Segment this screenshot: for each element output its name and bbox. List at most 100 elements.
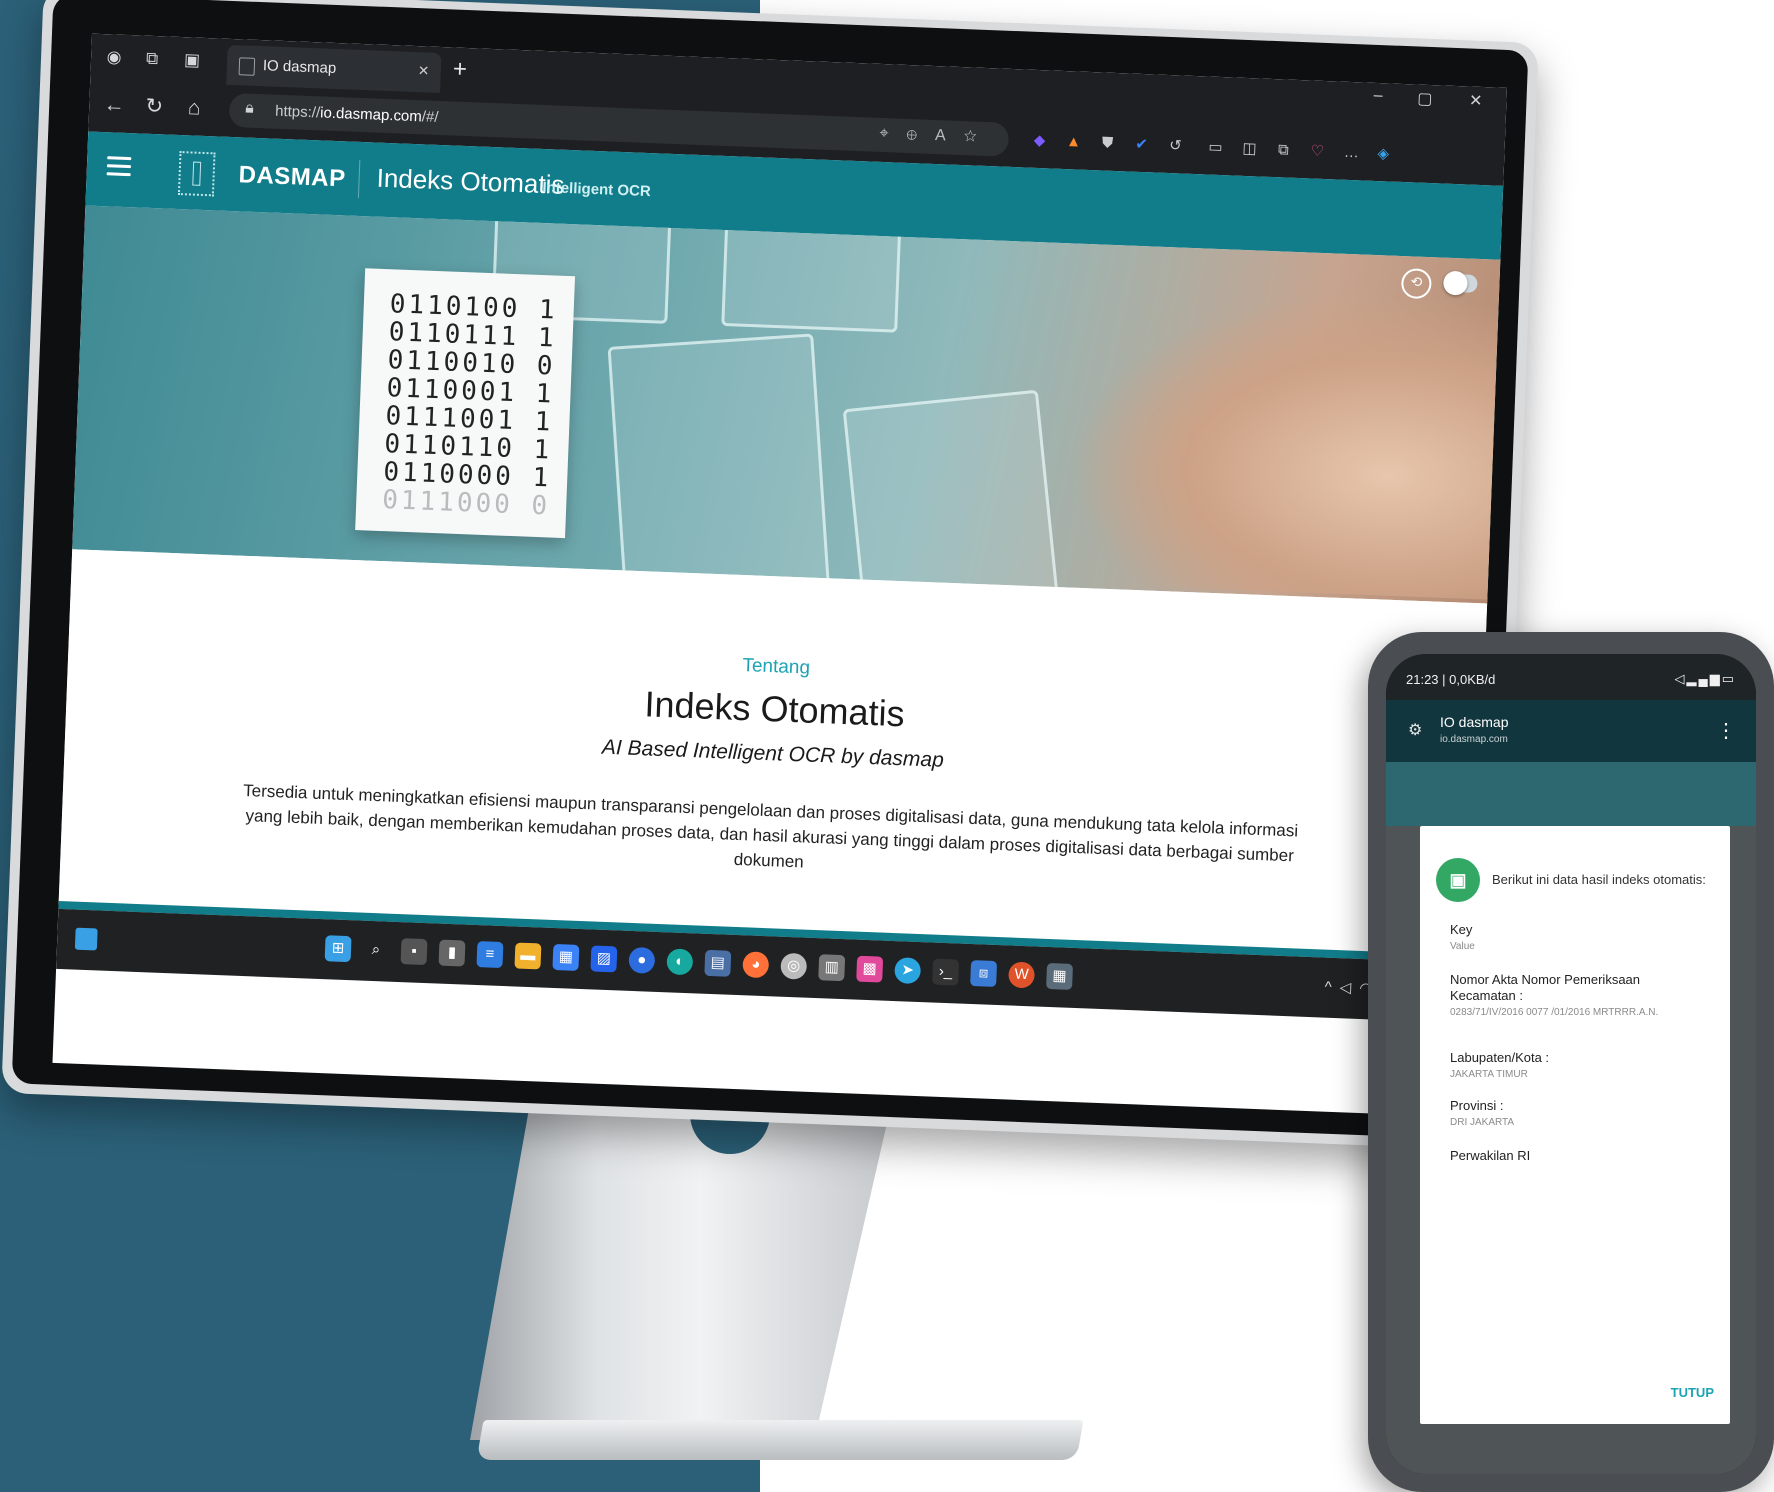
new-tab-button[interactable]: + — [452, 55, 467, 84]
hero-banner: 0110100 1 0110111 1 0110010 0 0110001 1 … — [72, 205, 1501, 604]
result-dialog: ▣ Berikut ini data hasil indeks otomatis… — [1420, 826, 1730, 1424]
split-screen-icon[interactable]: ◫ — [1238, 138, 1261, 161]
extension-icon[interactable]: ◆ — [1028, 130, 1051, 153]
app-icon[interactable]: ▮ — [438, 939, 466, 967]
app-icon[interactable]: ▩ — [856, 955, 884, 983]
page-name: IO dasmap — [1440, 714, 1509, 730]
folder-icon[interactable]: ▬ — [514, 942, 542, 970]
field-value: Value — [1450, 941, 1475, 952]
task-view-icon[interactable]: ▪ — [400, 938, 428, 966]
app-icon[interactable]: ▥ — [818, 954, 846, 982]
remote-desktop-icon[interactable]: ▨ — [590, 945, 618, 973]
extensions-row: ◆ ▲ ⛊ ✔ ↺ ▭ ◫ ⧉ ♡ … ◈ — [1028, 124, 1489, 176]
zoom-app-icon[interactable]: ● — [628, 946, 656, 974]
search-icon[interactable]: ⌕ — [363, 937, 390, 964]
rotate-icon[interactable]: ⟲ — [1400, 268, 1432, 300]
hero-document-graphic — [607, 333, 831, 603]
document-scan-icon: ▣ — [1436, 858, 1480, 902]
edge-browser-icon[interactable]: ◐ — [666, 948, 694, 976]
site-settings-icon[interactable]: ⚙ — [1408, 720, 1422, 740]
workspaces-icon[interactable]: ⧉ — [141, 47, 164, 70]
home-icon[interactable]: ⌂ — [181, 95, 208, 122]
close-tab-icon[interactable]: × — [418, 60, 429, 81]
calculator-icon[interactable]: ▦ — [1046, 962, 1074, 990]
location-icon: ◁ — [1674, 671, 1687, 686]
field-key: Provinsi : — [1450, 1098, 1504, 1113]
binary-card: 0110100 1 0110111 1 0110010 0 0110001 1 … — [355, 268, 576, 539]
widgets-icon[interactable] — [74, 927, 98, 951]
favorite-star-icon[interactable]: ☆ — [963, 128, 995, 146]
app-title: Indeks Otomatis — [376, 162, 565, 200]
address-bar-icons: ⌖⊕A☆ — [879, 125, 995, 147]
extension-icon[interactable]: ▲ — [1062, 131, 1085, 154]
back-arrow-icon[interactable]: ← — [101, 92, 128, 119]
theme-toggle[interactable] — [1445, 273, 1478, 293]
start-icon[interactable]: ⊞ — [324, 935, 352, 963]
more-icon[interactable]: … — [1340, 142, 1363, 165]
about-section: Tentang Indeks Otomatis AI Based Intelli… — [58, 549, 1488, 964]
shield-icon[interactable]: ⛊ — [1096, 132, 1119, 155]
tab-favicon-icon — [238, 57, 256, 76]
close-window-icon[interactable]: ✕ — [1469, 90, 1483, 110]
field-value: DRI JAKARTA — [1450, 1117, 1515, 1128]
battery-icon: ▭ — [1721, 671, 1736, 686]
profile-avatar-icon[interactable]: ◉ — [103, 46, 126, 69]
tab-title: IO dasmap — [262, 57, 337, 77]
result-field: Provinsi : DRI JAKARTA — [1450, 1098, 1514, 1130]
tab-actions-icon[interactable]: ▣ — [181, 49, 204, 72]
store-icon[interactable]: ▦ — [552, 943, 580, 971]
status-time: 21:23 | 0,0KB/d — [1406, 672, 1496, 687]
copilot-icon[interactable]: ◈ — [1372, 143, 1395, 166]
maximize-icon[interactable]: ▢ — [1417, 89, 1433, 110]
status-icons: ◁▂▄▆▭ — [1674, 671, 1736, 687]
monitor-stand-foot — [476, 1420, 1084, 1460]
chevron-up-icon[interactable]: ^ — [1324, 979, 1340, 997]
field-value: 0283/71/IV/2016 0077 /01/2016 MRTRRR.A.N… — [1450, 1007, 1659, 1018]
field-value: JAKARTA TIMUR — [1450, 1069, 1528, 1080]
photos-icon[interactable]: ▤ — [704, 949, 732, 977]
cast-icon[interactable]: ▭ — [1204, 136, 1227, 159]
lock-icon: 🔒︎ — [244, 99, 255, 117]
result-field: Perwakilan RI — [1450, 1148, 1530, 1166]
phone-screen: 21:23 | 0,0KB/d ◁▂▄▆▭ ⚙ IO dasmap io.das… — [1386, 654, 1756, 1474]
blurred-app-bar — [1386, 762, 1756, 826]
phone-page-body: ▣ Berikut ini data hasil indeks otomatis… — [1386, 762, 1756, 1474]
heart-icon[interactable]: ♡ — [1306, 140, 1329, 163]
about-description: Tersedia untuk meningkatkan efisiensi ma… — [242, 780, 1299, 872]
app-icon[interactable]: ◎ — [780, 952, 808, 980]
zoom-icon[interactable]: ⊕ — [906, 126, 935, 144]
location-icon[interactable]: ⌖ — [879, 125, 907, 143]
more-options-icon[interactable]: ⋮ — [1716, 718, 1736, 743]
monitor-screen: ◉ ⧉ ▣ IO dasmap × + – ▢ ✕ ← ↻ ⌂ 🔒︎ https… — [52, 33, 1507, 1118]
read-aloud-icon[interactable]: A — [935, 127, 964, 145]
field-key: Perwakilan RI — [1450, 1148, 1531, 1163]
notepad-icon[interactable]: ≡ — [476, 941, 504, 969]
menu-icon[interactable] — [106, 156, 132, 181]
address-url: https://io.dasmap.com/#/ — [275, 103, 439, 126]
network-app-icon[interactable]: ⧈ — [970, 960, 998, 987]
minimize-icon[interactable]: – — [1373, 87, 1383, 105]
firefox-icon[interactable]: ◕ — [742, 951, 770, 979]
binary-row: 0111000 0 — [381, 485, 551, 522]
phone: 21:23 | 0,0KB/d ◁▂▄▆▭ ⚙ IO dasmap io.das… — [1368, 632, 1774, 1492]
hero-hand-image — [1071, 283, 1501, 604]
terminal-icon[interactable]: ›_ — [932, 958, 960, 986]
phone-app-header: ⚙ IO dasmap io.dasmap.com ⋮ — [1386, 700, 1756, 762]
send-icon[interactable]: ◁ — [1339, 979, 1359, 997]
result-field: Labupaten/Kota : JAKARTA TIMUR — [1450, 1050, 1549, 1082]
refresh-extension-icon[interactable]: ↺ — [1164, 135, 1187, 158]
hero-document-graphic — [842, 389, 1062, 604]
collections-icon[interactable]: ⧉ — [1272, 139, 1295, 162]
refresh-icon[interactable]: ↻ — [141, 94, 168, 121]
header-divider — [357, 159, 361, 198]
field-key: Key — [1450, 922, 1473, 937]
url-host: io.dasmap.com — [319, 104, 423, 126]
wps-office-icon[interactable]: W — [1008, 961, 1036, 989]
close-button[interactable]: TUTUP — [1671, 1385, 1714, 1400]
page-domain: io.dasmap.com — [1440, 734, 1508, 745]
dialog-title: Berikut ini data hasil indeks otomatis: — [1492, 872, 1706, 887]
monitor-bezel: ◉ ⧉ ▣ IO dasmap × + – ▢ ✕ ← ↻ ⌂ 🔒︎ https… — [11, 0, 1529, 1140]
checkmark-extension-icon[interactable]: ✔ — [1130, 134, 1153, 157]
result-field: Nomor Akta Nomor Pemeriksaan Kecamatan :… — [1450, 972, 1700, 1020]
telegram-icon[interactable]: ➤ — [894, 957, 922, 985]
